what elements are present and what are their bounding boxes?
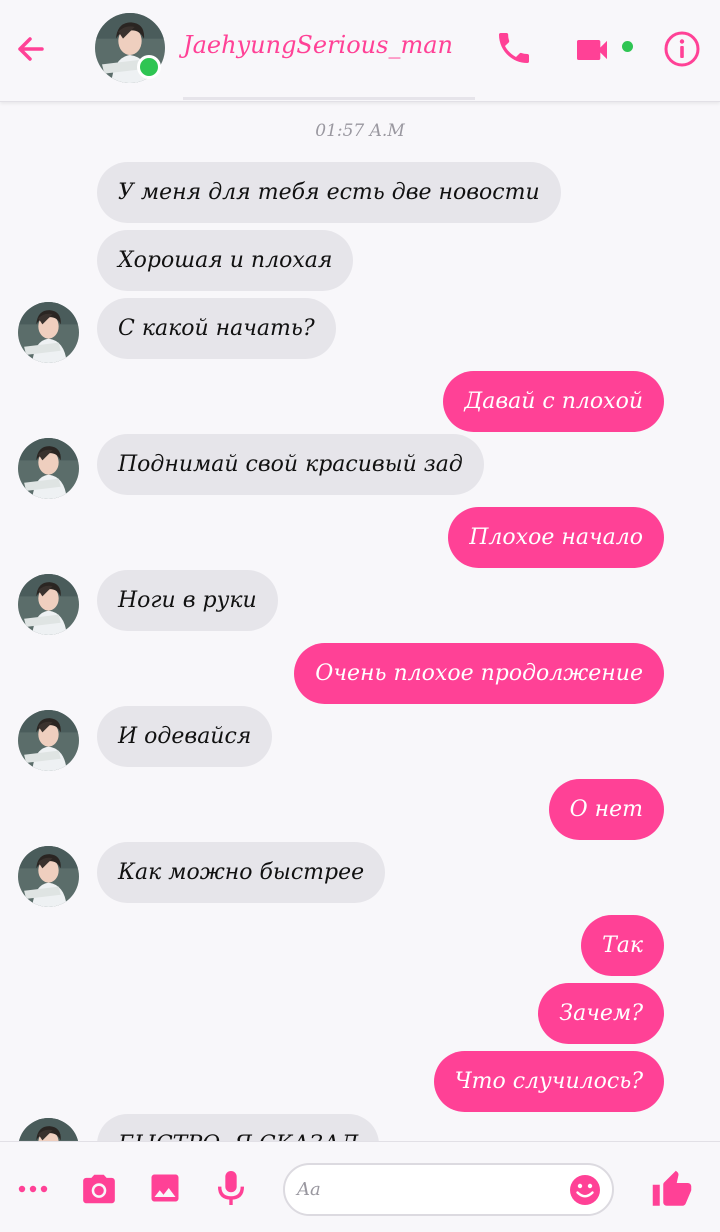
sender-avatar[interactable] (18, 846, 79, 907)
back-arrow-icon[interactable] (12, 30, 50, 68)
message-bubble-incoming[interactable]: У меня для тебя есть две новости (97, 162, 561, 223)
chat-header: JaehyungSerious_man (0, 0, 720, 102)
sender-avatar[interactable] (18, 710, 79, 771)
sender-avatar[interactable] (18, 302, 79, 363)
sender-avatar[interactable] (18, 574, 79, 635)
phone-icon[interactable] (494, 28, 534, 68)
info-icon[interactable] (660, 27, 704, 71)
contact-name[interactable]: JaehyungSerious_man (183, 31, 453, 59)
message-bubble-outgoing[interactable]: Что случилось? (433, 1051, 664, 1112)
microphone-icon[interactable] (214, 1168, 248, 1208)
message-bubble-outgoing[interactable]: О нет (548, 779, 664, 840)
message-bubble-incoming[interactable]: Ноги в руки (97, 570, 278, 631)
video-online-dot (622, 41, 633, 52)
camera-icon[interactable] (80, 1170, 118, 1208)
message-bubble-incoming[interactable]: Поднимай свой красивый зад (97, 434, 484, 495)
message-bubble-outgoing[interactable]: Плохое начало (448, 507, 664, 568)
message-bubble-outgoing[interactable]: Зачем? (538, 983, 664, 1044)
message-bubble-incoming[interactable]: Хорошая и плохая (97, 230, 354, 291)
header-divider (183, 97, 475, 100)
message-bubble-incoming[interactable]: Как можно быстрее (97, 842, 386, 903)
online-status-dot (137, 55, 161, 79)
image-icon[interactable] (147, 1170, 183, 1206)
message-bubble-outgoing[interactable]: Так (581, 915, 664, 976)
message-bubble-outgoing[interactable]: Давай с плохой (443, 371, 664, 432)
video-camera-icon[interactable] (572, 30, 612, 70)
emoji-icon[interactable] (568, 1173, 602, 1207)
message-input[interactable]: Aa (283, 1163, 614, 1216)
message-input-placeholder: Aa (297, 1179, 321, 1200)
message-bubble-incoming[interactable]: И одевайся (97, 706, 273, 767)
message-bubble-incoming[interactable]: С какой начать? (97, 298, 336, 359)
thumbs-up-icon[interactable] (650, 1169, 694, 1211)
message-composer: Aa (0, 1141, 720, 1232)
more-dots-icon[interactable] (16, 1172, 50, 1206)
sender-avatar[interactable] (18, 438, 79, 499)
message-timestamp: 01:57 A.M (315, 121, 405, 141)
message-bubble-outgoing[interactable]: Очень плохое продолжение (294, 643, 664, 704)
